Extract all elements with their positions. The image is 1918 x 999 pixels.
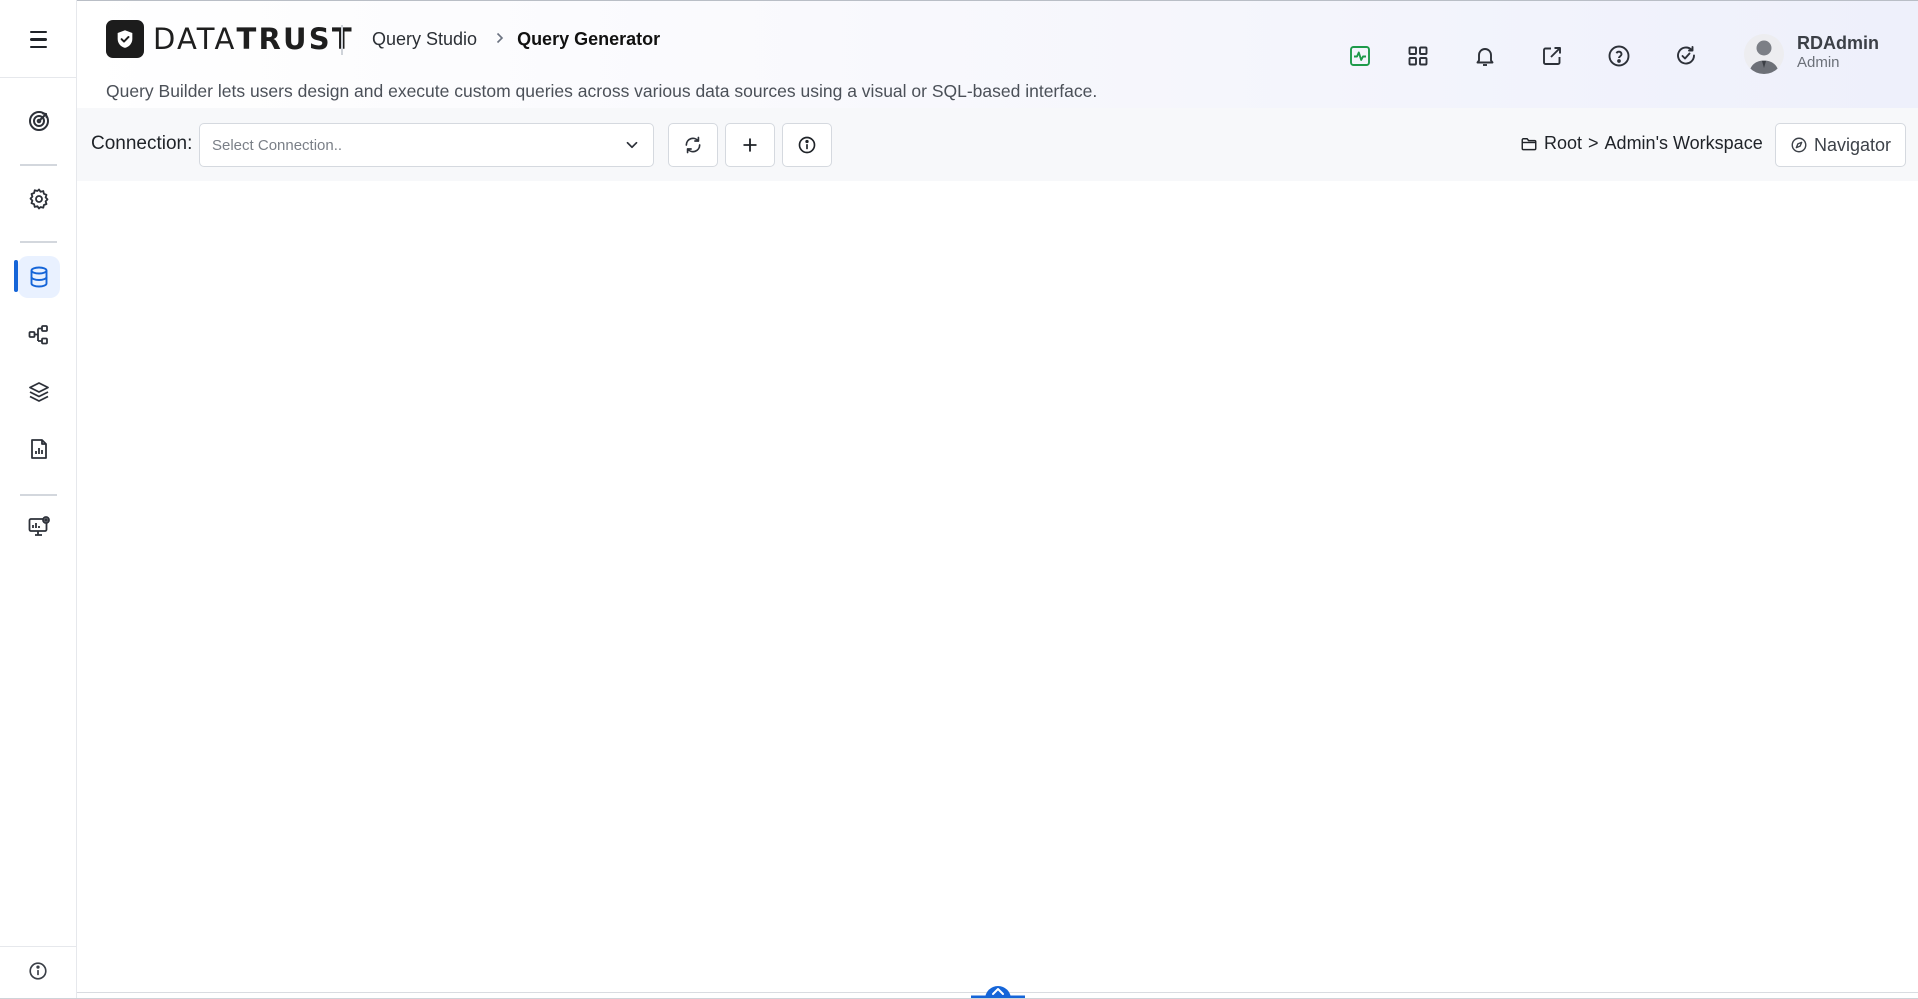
- workspace-root: Root: [1544, 133, 1583, 153]
- breadcrumb-parent-link[interactable]: Query Studio: [372, 29, 477, 50]
- add-connection-button[interactable]: [725, 123, 775, 167]
- refresh-icon: [685, 136, 701, 154]
- info-icon[interactable]: [27, 960, 49, 982]
- sidebar-item-target[interactable]: [18, 100, 60, 142]
- workspace-path[interactable]: Root > Admin's Workspace: [1520, 133, 1763, 154]
- refresh-check-icon: [1677, 46, 1695, 65]
- sidebar-separator: [20, 241, 57, 243]
- sidebar-item-lineage[interactable]: [18, 314, 60, 356]
- info-icon: [798, 136, 816, 154]
- workspace-name: Admin's Workspace: [1604, 133, 1763, 153]
- gear-icon: [29, 188, 49, 210]
- report-icon: [31, 439, 47, 459]
- connection-select[interactable]: Select Connection..: [199, 123, 654, 167]
- activity-button[interactable]: [1345, 41, 1375, 71]
- grid-icon: [1408, 46, 1428, 66]
- activity-monitor-icon: [1350, 46, 1370, 66]
- connection-label: Connection:: [91, 133, 193, 154]
- navigator-button[interactable]: Navigator: [1775, 123, 1906, 167]
- refresh-connections-button[interactable]: [668, 123, 718, 167]
- external-link-icon: [1543, 47, 1561, 65]
- sidebar-separator: [20, 494, 57, 496]
- user-role: Admin: [1797, 54, 1840, 71]
- connection-placeholder: Select Connection..: [212, 137, 343, 154]
- workspace-separator: >: [1588, 133, 1599, 153]
- chevron-right-icon: [495, 31, 505, 49]
- hamburger-menu-button[interactable]: [26, 31, 52, 51]
- avatar: [1744, 34, 1784, 74]
- sidebar-divider: [0, 946, 77, 947]
- sidebar-item-settings[interactable]: [18, 178, 60, 220]
- page-description: Query Builder lets users design and exec…: [106, 81, 1098, 101]
- app-logo[interactable]: DATATRUST: [106, 20, 354, 58]
- sidebar-divider: [0, 77, 77, 78]
- connection-toolbar: Connection: Select Connection.. Root > A…: [77, 108, 1918, 181]
- apps-grid-button[interactable]: [1403, 41, 1433, 71]
- sidebar-item-database[interactable]: [18, 256, 60, 298]
- monitor-settings-icon: [28, 516, 50, 536]
- logo-text: DATATRUST: [153, 22, 354, 56]
- shield-logo-icon: [106, 20, 144, 58]
- sidebar-item-monitor[interactable]: [18, 506, 60, 548]
- layers-icon: [29, 382, 49, 402]
- database-icon: [30, 266, 48, 288]
- query-canvas: [77, 181, 1918, 993]
- user-profile[interactable]: RDAdmin Admin: [1744, 34, 1879, 74]
- bell-icon: [1476, 48, 1494, 66]
- plus-icon: [743, 138, 757, 152]
- header-separator: [341, 25, 343, 55]
- expand-drawer-handle[interactable]: [971, 982, 1025, 999]
- user-name: RDAdmin: [1797, 33, 1879, 53]
- notifications-button[interactable]: [1470, 41, 1500, 71]
- help-icon: [1608, 45, 1630, 67]
- sidebar: [0, 0, 77, 999]
- navigator-label: Navigator: [1813, 134, 1892, 155]
- sidebar-item-reports[interactable]: [18, 428, 60, 470]
- chevron-up-icon: [971, 986, 1025, 999]
- compass-icon: [1791, 137, 1807, 153]
- sidebar-separator: [20, 164, 57, 166]
- page-header: DATATRUST Query Studio Query Generator Q…: [77, 0, 1918, 108]
- sidebar-item-layers[interactable]: [18, 371, 60, 413]
- breadcrumb: Query Studio Query Generator: [372, 29, 660, 50]
- lineage-icon: [28, 325, 48, 345]
- target-icon: [29, 111, 49, 131]
- page-title: Query Generator: [517, 29, 661, 49]
- chevron-down-icon: [626, 141, 638, 149]
- folder-icon: [1521, 137, 1537, 150]
- connection-info-button[interactable]: [782, 123, 832, 167]
- help-button[interactable]: [1604, 41, 1634, 71]
- open-external-button[interactable]: [1537, 41, 1567, 71]
- sync-status-button[interactable]: [1671, 41, 1701, 71]
